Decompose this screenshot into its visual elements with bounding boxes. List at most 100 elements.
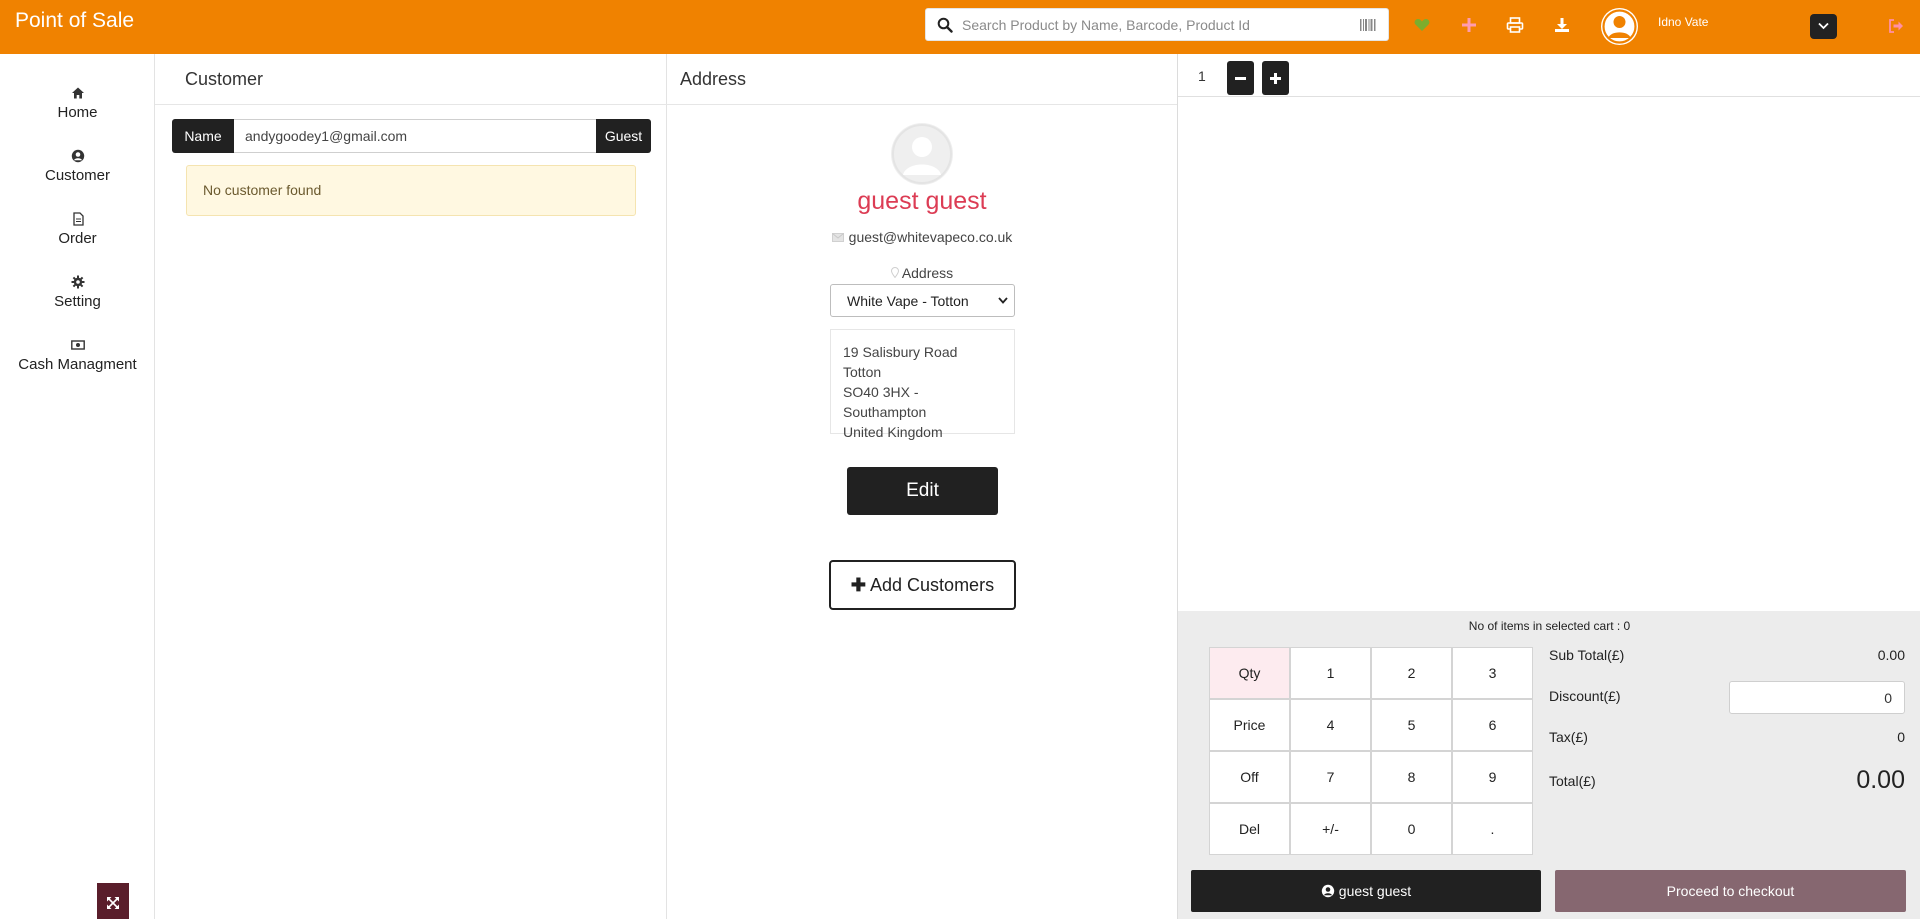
logout-icon[interactable] xyxy=(1888,18,1904,34)
decrease-button[interactable] xyxy=(1227,61,1254,95)
add-customers-label: Add Customers xyxy=(870,574,995,595)
keypad-decimal[interactable]: . xyxy=(1452,803,1533,855)
cart-qty-value: 1 xyxy=(1198,68,1206,84)
address-line: 19 Salisbury Road xyxy=(843,344,958,360)
sidebar-item-home[interactable]: Home xyxy=(0,86,155,122)
subtotal-label: Sub Total(£) xyxy=(1549,647,1625,663)
document-icon xyxy=(72,212,84,226)
customer-email: guest@whitevapeco.co.uk xyxy=(667,229,1177,245)
edit-button[interactable]: Edit xyxy=(847,467,998,515)
sidebar-item-label: Cash Managment xyxy=(18,356,137,373)
home-icon xyxy=(71,87,84,99)
keypad: Qty 1 2 3 Price 4 5 6 Off 7 8 9 Del +/- … xyxy=(1209,647,1533,855)
name-label: Name xyxy=(172,119,234,153)
no-customer-alert: No customer found xyxy=(186,165,636,216)
top-bar: Point of Sale Idno Vate xyxy=(0,0,1920,54)
download-icon[interactable] xyxy=(1553,16,1571,34)
sidebar-item-order[interactable]: Order xyxy=(0,212,155,248)
expand-icon xyxy=(107,897,119,909)
user-circle-icon xyxy=(71,149,84,163)
plus-icon: ✚ xyxy=(850,574,867,595)
tax-label: Tax(£) xyxy=(1549,729,1588,745)
keypad-del[interactable]: Del xyxy=(1209,803,1290,855)
cash-icon xyxy=(70,340,85,350)
keypad-2[interactable]: 2 xyxy=(1371,647,1452,699)
envelope-icon xyxy=(831,233,844,242)
gear-icon xyxy=(71,275,84,289)
total-label: Total(£) xyxy=(1549,773,1596,789)
sidebar-item-label: Setting xyxy=(54,293,101,310)
guest-button[interactable]: Guest xyxy=(596,119,651,153)
address-label-text: Address xyxy=(901,265,954,281)
plus-icon[interactable] xyxy=(1460,16,1478,34)
sidebar-item-cash-management[interactable]: Cash Managment xyxy=(0,338,155,374)
user-name: Idno Vate xyxy=(1658,15,1709,29)
alert-text: No customer found xyxy=(203,182,322,198)
sidebar: Home Customer Order Setting Cash Managme… xyxy=(0,54,155,919)
keypad-off[interactable]: Off xyxy=(1209,751,1290,803)
keypad-7[interactable]: 7 xyxy=(1290,751,1371,803)
user-circle-icon xyxy=(1321,884,1334,898)
keypad-6[interactable]: 6 xyxy=(1452,699,1533,751)
chevron-down-icon xyxy=(998,297,1008,304)
cart-item-count: No of items in selected cart : 0 xyxy=(1468,619,1631,633)
customer-header: Customer xyxy=(155,54,666,105)
address-label: Address xyxy=(667,265,1177,281)
address-line: United Kingdom xyxy=(843,424,943,440)
keypad-plus-minus[interactable]: +/- xyxy=(1290,803,1371,855)
sidebar-item-label: Order xyxy=(58,230,97,247)
checkout-button[interactable]: Proceed to checkout xyxy=(1555,870,1906,912)
subtotal-value: 0.00 xyxy=(1877,647,1905,663)
heart-icon[interactable] xyxy=(1413,16,1431,34)
user-placeholder-icon xyxy=(892,124,952,184)
keypad-8[interactable]: 8 xyxy=(1371,751,1452,803)
address-line: Totton xyxy=(843,364,882,380)
customer-name-input[interactable] xyxy=(234,119,596,153)
keypad-4[interactable]: 4 xyxy=(1290,699,1371,751)
user-avatar[interactable] xyxy=(1601,8,1638,45)
cart-summary: No of items in selected cart : 0 Qty 1 2… xyxy=(1178,611,1920,919)
select-customer-label: guest guest xyxy=(1338,883,1412,899)
keypad-price[interactable]: Price xyxy=(1209,699,1290,751)
column-divider xyxy=(666,54,667,919)
map-pin-icon xyxy=(890,267,899,279)
address-header: Address xyxy=(666,54,1177,105)
keypad-qty[interactable]: Qty xyxy=(1209,647,1290,699)
store-select[interactable]: White Vape - Totton xyxy=(830,284,1015,317)
search-icon xyxy=(937,17,953,33)
sidebar-item-customer[interactable]: Customer xyxy=(0,149,155,185)
address-line: SO40 3HX - Southampton xyxy=(843,384,927,420)
address-title: Address xyxy=(680,69,747,89)
barcode-icon[interactable] xyxy=(1360,19,1376,31)
print-icon[interactable] xyxy=(1506,16,1524,34)
select-customer-button[interactable]: guest guest xyxy=(1191,870,1541,912)
chevron-down-icon xyxy=(1818,22,1829,30)
total-value: 0.00 xyxy=(1856,766,1905,794)
sidebar-item-label: Home xyxy=(57,104,98,121)
keypad-9[interactable]: 9 xyxy=(1452,751,1533,803)
add-customers-button[interactable]: ✚ Add Customers xyxy=(829,560,1016,610)
app-title: Point of Sale xyxy=(15,9,135,32)
sidebar-item-label: Customer xyxy=(44,167,111,184)
cart-toolbar: 1 xyxy=(1178,54,1920,97)
customer-search-group: Name Guest xyxy=(172,119,651,153)
minus-icon xyxy=(1235,77,1246,80)
product-search-input[interactable] xyxy=(962,13,1342,37)
sidebar-item-setting[interactable]: Setting xyxy=(0,275,155,311)
customer-title: Customer xyxy=(185,69,264,89)
store-select-value: White Vape - Totton xyxy=(847,293,969,309)
tax-value: 0 xyxy=(1897,729,1905,745)
fullscreen-button[interactable] xyxy=(97,883,129,919)
keypad-0[interactable]: 0 xyxy=(1371,803,1452,855)
keypad-1[interactable]: 1 xyxy=(1290,647,1371,699)
keypad-3[interactable]: 3 xyxy=(1452,647,1533,699)
keypad-5[interactable]: 5 xyxy=(1371,699,1452,751)
customer-email-text: guest@whitevapeco.co.uk xyxy=(848,229,1013,245)
discount-input[interactable] xyxy=(1729,681,1905,714)
customer-avatar xyxy=(891,123,953,185)
customer-display-name: guest guest xyxy=(857,187,987,215)
increase-button[interactable] xyxy=(1262,61,1289,95)
user-icon xyxy=(1602,9,1637,44)
product-search xyxy=(925,8,1389,41)
user-menu-toggle[interactable] xyxy=(1810,14,1837,39)
